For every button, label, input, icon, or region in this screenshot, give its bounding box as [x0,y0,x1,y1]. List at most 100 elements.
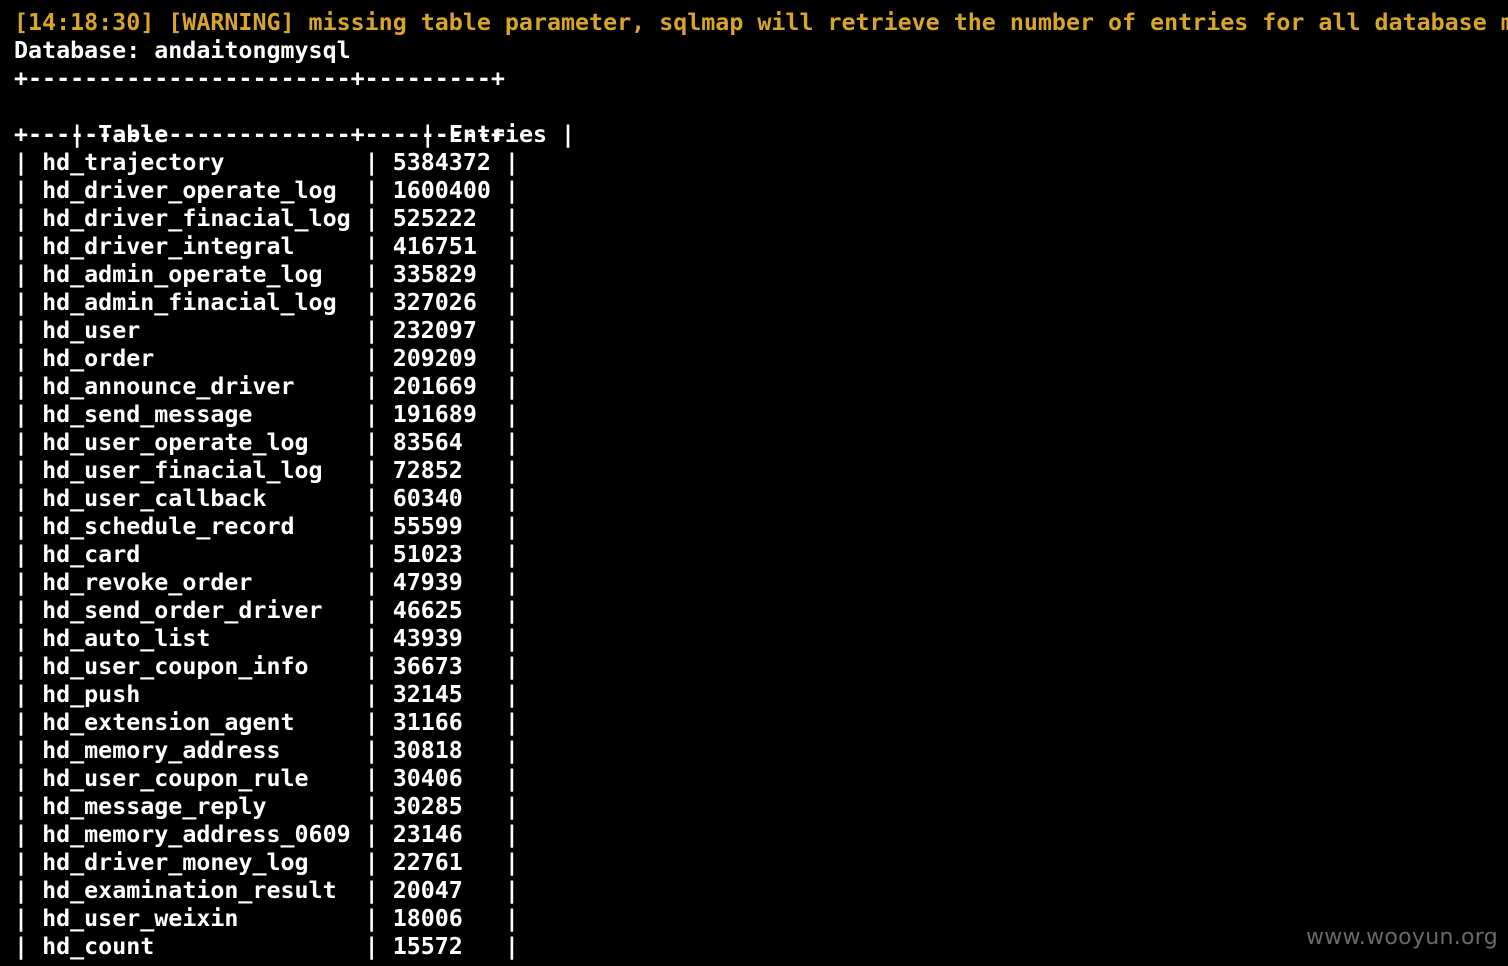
table-name-cell: hd_driver_money_log [42,849,309,876]
column-separator: | [14,765,43,792]
column-separator: | [504,905,519,932]
table-name-cell: hd_trajectory [42,149,225,176]
table-row: | hd_driver_finacial_log | 525222 | [14,205,1508,233]
column-separator: | [504,177,519,204]
column-separator: | [350,933,393,960]
column-separator: | [504,793,519,820]
table-name-cell: hd_revoke_order [42,569,253,596]
table-name-cell: hd_announce_driver [42,373,295,400]
column-separator: | [350,149,393,176]
table-row: | hd_memory_address_0609 | 23146 | [14,821,1508,849]
column-separator: | [504,289,519,316]
table-name-cell: hd_admin_finacial_log [42,289,337,316]
column-separator: | [350,401,393,428]
column-separator: | [14,541,43,568]
column-separator: | [504,233,519,260]
column-separator: | [14,597,43,624]
column-separator: | [504,345,519,372]
table-row: | hd_driver_integral | 416751 | [14,233,1508,261]
table-row: | hd_user_coupon_info | 36673 | [14,653,1508,681]
column-separator: | [561,121,576,148]
column-separator: | [14,877,43,904]
column-separator: | [14,401,43,428]
table-name-cell: hd_memory_address_0609 [42,821,351,848]
table-name-cell: hd_user [42,317,141,344]
column-separator: | [14,569,43,596]
column-separator: | [504,429,519,456]
column-separator: | [14,457,43,484]
column-separator: | [350,597,393,624]
warning-log-line: [14:18:30] [WARNING] missing table param… [14,9,1508,36]
table-name-cell: hd_order [42,345,155,372]
column-separator: | [14,345,43,372]
terminal-window[interactable]: [14:18:30] [WARNING] missing table param… [0,0,1508,966]
entries-count-cell: 20047 [392,877,463,904]
column-separator: | [350,513,393,540]
column-separator: | [504,821,519,848]
table-row: | hd_trajectory | 5384372 | [14,149,1508,177]
table-row: | hd_push | 32145 | [14,681,1508,709]
entries-count-cell: 83564 [392,429,463,456]
entries-count-cell: 23146 [392,821,463,848]
column-separator: | [350,429,393,456]
table-row: | hd_driver_operate_log | 1600400 | [14,177,1508,205]
entries-count-cell: 30285 [392,793,463,820]
table-name-cell: hd_user_finacial_log [42,457,323,484]
column-separator: | [350,233,393,260]
column-separator: | [504,317,519,344]
column-separator: | [14,737,43,764]
table-header-row: | Table | Entries | [14,93,1508,148]
table-row: | hd_message_reply | 30285 | [14,793,1508,821]
column-separator: | [350,681,393,708]
column-separator: | [350,709,393,736]
table-row: | hd_user_weixin | 18006 | [14,905,1508,933]
table-name-cell: hd_examination_result [42,877,337,904]
column-separator: | [350,261,393,288]
table-name-cell: hd_auto_list [42,625,211,652]
table-row: | hd_examination_result | 20047 | [14,877,1508,905]
entries-count-cell: 209209 [392,345,477,372]
table-row: | hd_user_callback | 60340 | [14,485,1508,513]
entries-count-cell: 60340 [392,485,463,512]
table-name-cell: hd_user_weixin [42,905,239,932]
column-separator: | [350,793,393,820]
column-separator: | [14,821,43,848]
table-border-top: +-----------------------+---------+ [14,65,505,92]
column-separator: | [504,401,519,428]
column-separator: | [504,569,519,596]
table-name-cell: hd_send_message [42,401,253,428]
table-name-cell: hd_user_coupon_info [42,653,309,680]
entries-count-cell: 43939 [392,625,463,652]
entries-count-cell: 15572 [392,933,463,960]
entries-count-cell: 1600400 [392,177,491,204]
column-separator: | [350,849,393,876]
table-row: | hd_card | 51023 | [14,541,1508,569]
table-name-cell: hd_message_reply [42,793,267,820]
column-separator: | [350,345,393,372]
column-separator: | [504,597,519,624]
column-separator: | [350,373,393,400]
column-separator: | [504,485,519,512]
table-name-cell: hd_user_coupon_rule [42,765,309,792]
column-separator: | [504,877,519,904]
column-separator: | [14,485,43,512]
entries-count-cell: 5384372 [392,149,491,176]
table-name-cell: hd_driver_operate_log [42,177,337,204]
table-row: | hd_admin_operate_log | 335829 | [14,261,1508,289]
table-row: | hd_order | 209209 | [14,345,1508,373]
table-name-cell: hd_driver_finacial_log [42,205,351,232]
column-separator: | [504,457,519,484]
table-row: | hd_memory_address | 30818 | [14,737,1508,765]
column-separator: | [14,513,43,540]
column-separator: | [14,261,43,288]
column-separator: | [504,765,519,792]
table-row: | hd_send_order_driver | 46625 | [14,597,1508,625]
table-row: | hd_user_operate_log | 83564 | [14,429,1508,457]
column-separator: | [350,905,393,932]
entries-count-cell: 46625 [392,597,463,624]
entries-count-cell: 191689 [392,401,477,428]
table-name-cell: hd_user_operate_log [42,429,309,456]
column-separator: | [350,821,393,848]
entries-count-cell: 36673 [392,653,463,680]
table-row: | hd_driver_money_log | 22761 | [14,849,1508,877]
